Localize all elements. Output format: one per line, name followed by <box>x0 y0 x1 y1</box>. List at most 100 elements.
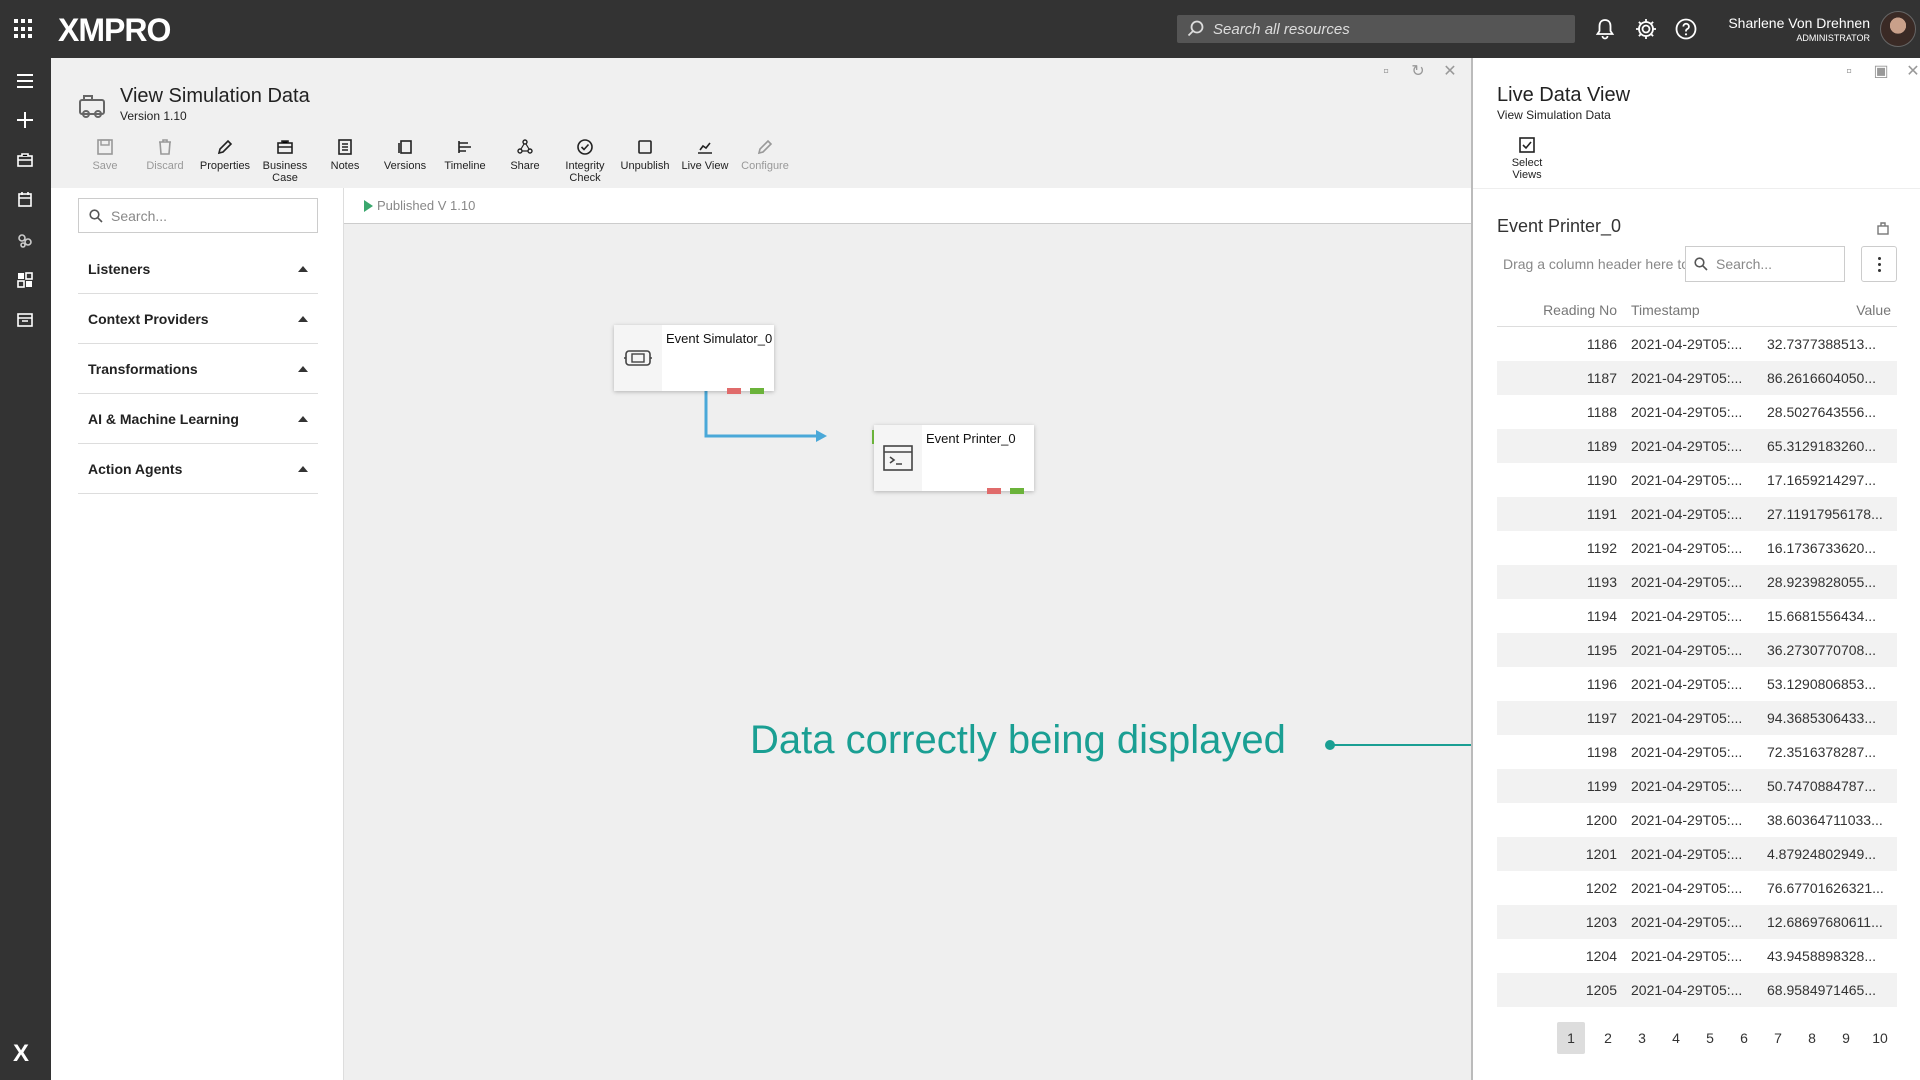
notes-button[interactable]: Notes <box>315 138 375 184</box>
versions-button[interactable]: Versions <box>375 138 435 184</box>
more-options-icon[interactable] <box>1861 246 1897 282</box>
error-port[interactable] <box>987 488 1001 494</box>
timeline-button[interactable]: Timeline <box>435 138 495 184</box>
page-button[interactable]: 9 <box>1829 1022 1863 1054</box>
briefcase-nav-icon[interactable] <box>14 149 36 171</box>
discard-label: Discard <box>146 160 184 172</box>
close-icon[interactable]: ✕ <box>1442 64 1458 80</box>
table-row[interactable]: 1190 2021-04-29T05:... 17.1659214297... <box>1497 463 1897 497</box>
category-listeners[interactable]: Listeners <box>78 244 318 294</box>
live-view-button[interactable]: Live View <box>675 138 735 184</box>
table-row[interactable]: 1196 2021-04-29T05:... 53.1290806853... <box>1497 667 1897 701</box>
panel-window-controls: ▫ ▣ ✕ <box>1841 64 1920 80</box>
column-header-timestamp[interactable]: Timestamp <box>1627 302 1757 318</box>
page-button[interactable]: 3 <box>1625 1022 1659 1054</box>
refresh-icon[interactable]: ↻ <box>1410 64 1426 80</box>
column-header-value[interactable]: Value <box>1757 302 1897 318</box>
table-row[interactable]: 1193 2021-04-29T05:... 28.9239828055... <box>1497 565 1897 599</box>
category-context-providers[interactable]: Context Providers <box>78 294 318 344</box>
page-button[interactable]: 4 <box>1659 1022 1693 1054</box>
plus-icon[interactable] <box>14 109 36 131</box>
select-views-button[interactable]: Select Views <box>1497 136 1557 181</box>
output-port[interactable] <box>1010 488 1024 494</box>
timeline-icon <box>458 141 471 153</box>
unpublish-label: Unpublish <box>620 160 670 172</box>
agents-nav-icon[interactable] <box>14 229 36 251</box>
page-button[interactable]: 7 <box>1761 1022 1795 1054</box>
cell-value: 68.9584971465... <box>1767 982 1876 998</box>
design-canvas[interactable]: Published V 1.10 Event Simulator_0 Event… <box>343 188 1472 1080</box>
table-row[interactable]: 1203 2021-04-29T05:... 12.68697680611... <box>1497 905 1897 939</box>
library-search-input[interactable] <box>111 207 311 224</box>
close-icon[interactable]: ✕ <box>1905 64 1920 80</box>
page-button[interactable]: 5 <box>1693 1022 1727 1054</box>
gear-icon[interactable] <box>1634 17 1658 41</box>
category-ai-machine-learning[interactable]: AI & Machine Learning <box>78 394 318 444</box>
unpublish-button[interactable]: Unpublish <box>615 138 675 184</box>
library-search[interactable] <box>78 198 318 233</box>
cell-value: 76.67701626321... <box>1767 880 1884 896</box>
app-grid-icon[interactable] <box>14 19 34 39</box>
table-row[interactable]: 1187 2021-04-29T05:... 86.2616604050... <box>1497 361 1897 395</box>
cell-reading-no: 1202 <box>1585 880 1617 896</box>
table-row[interactable]: 1201 2021-04-29T05:... 4.87924802949... <box>1497 837 1897 871</box>
hamburger-menu-icon[interactable] <box>14 70 36 92</box>
output-port[interactable] <box>750 388 764 394</box>
group-panel-hint[interactable]: Drag a column header here to group by th… <box>1497 246 1685 282</box>
page-button[interactable]: 10 <box>1863 1022 1897 1054</box>
category-action-agents[interactable]: Action Agents <box>78 444 318 494</box>
category-label: Context Providers <box>88 310 209 327</box>
node-event-simulator[interactable]: Event Simulator_0 <box>614 325 774 394</box>
maximize-icon[interactable]: ▣ <box>1873 64 1889 80</box>
table-row[interactable]: 1191 2021-04-29T05:... 27.11917956178... <box>1497 497 1897 531</box>
table-row[interactable]: 1205 2021-04-29T05:... 68.9584971465... <box>1497 973 1897 1007</box>
calendar-nav-icon[interactable] <box>14 189 36 211</box>
share-button[interactable]: Share <box>495 138 555 184</box>
bell-icon[interactable] <box>1593 17 1617 41</box>
minimize-icon[interactable]: ▫ <box>1378 64 1394 80</box>
grid-search[interactable] <box>1685 246 1845 282</box>
table-row[interactable]: 1194 2021-04-29T05:... 15.6681556434... <box>1497 599 1897 633</box>
business-case-button[interactable]: Business Case <box>255 138 315 184</box>
square-icon <box>638 140 652 154</box>
global-search[interactable] <box>1177 15 1575 43</box>
category-transformations[interactable]: Transformations <box>78 344 318 394</box>
minimize-icon[interactable]: ▫ <box>1841 64 1857 80</box>
page-button[interactable]: 2 <box>1591 1022 1625 1054</box>
error-port[interactable] <box>727 388 741 394</box>
table-row[interactable]: 1197 2021-04-29T05:... 94.3685306433... <box>1497 701 1897 735</box>
user-menu[interactable]: Sharlene Von Drehnen ADMINISTRATOR <box>1728 15 1870 43</box>
agent-library: Listeners Context Providers Transformati… <box>51 188 343 1080</box>
cell-timestamp: 2021-04-29T05:... <box>1631 948 1743 964</box>
table-row[interactable]: 1204 2021-04-29T05:... 43.9458898328... <box>1497 939 1897 973</box>
cell-timestamp: 2021-04-29T05:... <box>1631 778 1743 794</box>
configure-button[interactable]: Configure <box>735 138 795 184</box>
save-button[interactable]: Save <box>75 138 135 184</box>
xmpro-logo[interactable]: XMPRO <box>58 12 171 49</box>
apps-nav-icon[interactable] <box>14 309 36 331</box>
table-row[interactable]: 1192 2021-04-29T05:... 16.1736733620... <box>1497 531 1897 565</box>
page-button[interactable]: 1 <box>1557 1022 1585 1054</box>
global-search-input[interactable] <box>1213 20 1553 38</box>
discard-button[interactable]: Discard <box>135 138 195 184</box>
page-button[interactable]: 6 <box>1727 1022 1761 1054</box>
dashboard-nav-icon[interactable] <box>14 269 36 291</box>
page-button[interactable]: 8 <box>1795 1022 1829 1054</box>
node-event-printer[interactable]: Event Printer_0 <box>872 425 1034 494</box>
table-row[interactable]: 1202 2021-04-29T05:... 76.67701626321... <box>1497 871 1897 905</box>
table-row[interactable]: 1188 2021-04-29T05:... 28.5027643556... <box>1497 395 1897 429</box>
table-row[interactable]: 1189 2021-04-29T05:... 65.3129183260... <box>1497 429 1897 463</box>
avatar[interactable] <box>1880 11 1916 47</box>
table-row[interactable]: 1199 2021-04-29T05:... 50.7470884787... <box>1497 769 1897 803</box>
table-row[interactable]: 1195 2021-04-29T05:... 36.2730770708... <box>1497 633 1897 667</box>
table-row[interactable]: 1198 2021-04-29T05:... 72.3516378287... <box>1497 735 1897 769</box>
help-icon[interactable] <box>1674 17 1698 41</box>
export-icon[interactable] <box>1876 221 1890 235</box>
grid-search-input[interactable] <box>1716 256 1836 272</box>
table-row[interactable]: 1186 2021-04-29T05:... 32.7377388513... <box>1497 327 1897 361</box>
table-row[interactable]: 1200 2021-04-29T05:... 38.60364711033... <box>1497 803 1897 837</box>
column-header-reading-no[interactable]: Reading No <box>1497 302 1627 318</box>
properties-button[interactable]: Properties <box>195 138 255 184</box>
integrity-check-button[interactable]: Integrity Check <box>555 138 615 184</box>
cell-value: 94.3685306433... <box>1767 710 1876 726</box>
